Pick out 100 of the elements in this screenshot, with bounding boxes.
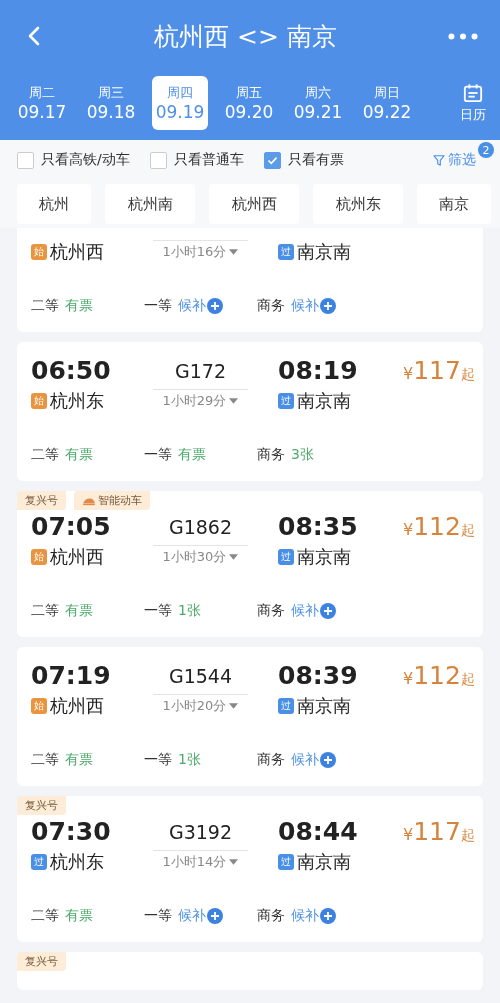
seat-class: 二等 bbox=[31, 446, 59, 464]
station-badge: 始 bbox=[31, 244, 47, 260]
seat-status: 有票 bbox=[65, 751, 93, 769]
filter-label[interactable]: 只看有票 bbox=[287, 151, 344, 169]
date-tab[interactable]: 周五 09.20 bbox=[221, 76, 277, 130]
price-suffix: 起 bbox=[460, 366, 475, 384]
station-name: 南京南 bbox=[297, 545, 351, 569]
seat-class: 二等 bbox=[31, 297, 59, 315]
currency-sign: ¥ bbox=[403, 825, 414, 844]
add-icon[interactable] bbox=[320, 603, 336, 619]
station-chip[interactable]: 南京 bbox=[417, 184, 491, 224]
caret-icon[interactable] bbox=[229, 554, 239, 560]
seat-status: 1张 bbox=[178, 751, 201, 769]
seat-class: 二等 bbox=[31, 602, 59, 620]
duration[interactable]: 1小时14分 bbox=[162, 853, 227, 871]
station-name: 南京南 bbox=[297, 240, 351, 264]
price-suffix: 起 bbox=[460, 827, 475, 845]
station-chip[interactable]: 杭州西 bbox=[209, 184, 299, 224]
train-tag: 复兴号 bbox=[17, 491, 66, 510]
station-name: 南京南 bbox=[297, 850, 351, 874]
seat-class: 二等 bbox=[31, 907, 59, 925]
checkbox[interactable] bbox=[17, 151, 34, 169]
date-tab[interactable]: 周日 09.22 bbox=[359, 76, 415, 130]
calendar-button[interactable]: 日历 bbox=[460, 82, 486, 124]
filter-label[interactable]: 只看普通车 bbox=[173, 151, 244, 169]
departure-time: 07:30 bbox=[31, 817, 112, 846]
station-name: 杭州西 bbox=[50, 240, 104, 264]
train-card[interactable]: 06:50 G172 08:19 ¥117起 始 杭州东 1小时29分 过 南京南 二等 有票 一等 有票 商务 3张 bbox=[17, 342, 483, 481]
date-tab[interactable]: 周三 09.18 bbox=[83, 76, 139, 130]
station-name: 杭州西 bbox=[50, 545, 104, 569]
caret-icon[interactable] bbox=[229, 249, 239, 255]
caret-icon[interactable] bbox=[229, 859, 239, 865]
seat-status: 候补 bbox=[178, 907, 206, 925]
station-name: 南京南 bbox=[297, 694, 351, 718]
checkbox[interactable] bbox=[149, 151, 167, 169]
filter-label[interactable]: 只看高铁/动车 bbox=[41, 151, 130, 169]
station-chip[interactable]: 杭州南 bbox=[105, 184, 195, 224]
add-icon[interactable] bbox=[320, 908, 336, 924]
station-name: 杭州东 bbox=[50, 389, 104, 413]
currency-sign: ¥ bbox=[403, 669, 414, 688]
date-tab[interactable]: 周二 09.17 bbox=[14, 76, 70, 130]
duration[interactable]: 1小时29分 bbox=[162, 392, 227, 410]
train-card[interactable]: 复兴号 智能动车 07:05 G1862 08:35 ¥112起 始 杭州西 1小时30分 过 南京南 二等 有票 一等 1张 商务 候补 bbox=[17, 491, 483, 637]
add-icon[interactable] bbox=[207, 908, 223, 924]
page-title: 杭州西 <> 南京 bbox=[153, 20, 338, 53]
add-icon[interactable] bbox=[207, 298, 223, 314]
station-chip[interactable]: 杭州东 bbox=[313, 184, 403, 224]
currency-sign: ¥ bbox=[403, 520, 414, 539]
count-badge: 2 bbox=[478, 142, 494, 158]
station-badge: 过 bbox=[278, 698, 294, 714]
seat-status: 有票 bbox=[65, 907, 93, 925]
seat-class: 商务 bbox=[257, 602, 285, 620]
seat-status: 候补 bbox=[291, 602, 319, 620]
train-card[interactable]: 始 杭州西 1小时16分 过 南京南 二等 有票 一等 候补 商务 候补 bbox=[17, 228, 483, 332]
train-card[interactable]: 复兴号 bbox=[17, 952, 483, 990]
seat-status: 有票 bbox=[178, 446, 206, 464]
duration[interactable]: 1小时16分 bbox=[162, 243, 227, 261]
duration[interactable]: 1小时30分 bbox=[162, 548, 227, 566]
price-amount: 117 bbox=[413, 356, 461, 385]
station-badge: 过 bbox=[278, 393, 294, 409]
train-card[interactable]: 07:19 G1544 08:39 ¥112起 始 杭州西 1小时20分 过 南京南 二等 有票 一等 1张 商务 候补 bbox=[17, 647, 483, 786]
seat-class: 一等 bbox=[144, 446, 172, 464]
filter-button[interactable]: 筛选 bbox=[433, 151, 476, 169]
price-amount: 112 bbox=[413, 512, 461, 541]
seat-status: 候补 bbox=[291, 297, 319, 315]
train-card[interactable]: 复兴号 07:30 G3192 08:44 ¥117起 过 杭州东 1小时14分 过 南京南 二等 有票 一等 候补 商务 候补 bbox=[17, 796, 483, 942]
seat-class: 一等 bbox=[144, 751, 172, 769]
filter-icon bbox=[433, 154, 445, 166]
station-badge: 过 bbox=[278, 549, 294, 565]
add-icon[interactable] bbox=[320, 298, 336, 314]
caret-icon[interactable] bbox=[229, 703, 239, 709]
date-tab[interactable]: 周四 09.19 bbox=[152, 76, 208, 130]
duration[interactable]: 1小时20分 bbox=[162, 697, 227, 715]
currency-sign: ¥ bbox=[403, 364, 414, 383]
caret-icon[interactable] bbox=[229, 398, 239, 404]
train-number: G3192 bbox=[168, 820, 233, 843]
seat-status: 有票 bbox=[65, 446, 93, 464]
date-tab[interactable]: 周六 09.21 bbox=[290, 76, 346, 130]
more-icon[interactable] bbox=[448, 32, 478, 40]
station-badge: 始 bbox=[31, 698, 47, 714]
seat-status: 有票 bbox=[65, 297, 93, 315]
checkbox[interactable] bbox=[263, 151, 281, 169]
station-name: 杭州西 bbox=[50, 694, 104, 718]
arrival-time: 08:35 bbox=[278, 512, 359, 541]
add-icon[interactable] bbox=[320, 752, 336, 768]
seat-class: 商务 bbox=[257, 297, 285, 315]
station-name: 杭州东 bbox=[50, 850, 104, 874]
seat-status: 3张 bbox=[291, 446, 314, 464]
station-badge: 始 bbox=[31, 393, 47, 409]
departure-time: 06:50 bbox=[31, 356, 112, 385]
station-chip[interactable]: 杭州 bbox=[17, 184, 91, 224]
station-name: 南京南 bbox=[297, 389, 351, 413]
calendar-icon bbox=[463, 82, 483, 103]
train-number: G1862 bbox=[168, 515, 233, 538]
seat-status: 候补 bbox=[291, 751, 319, 769]
seat-class: 商务 bbox=[257, 751, 285, 769]
arrival-time: 08:19 bbox=[278, 356, 359, 385]
train-number: G172 bbox=[175, 359, 226, 382]
price-amount: 117 bbox=[413, 817, 461, 846]
price-amount: 112 bbox=[413, 661, 461, 690]
